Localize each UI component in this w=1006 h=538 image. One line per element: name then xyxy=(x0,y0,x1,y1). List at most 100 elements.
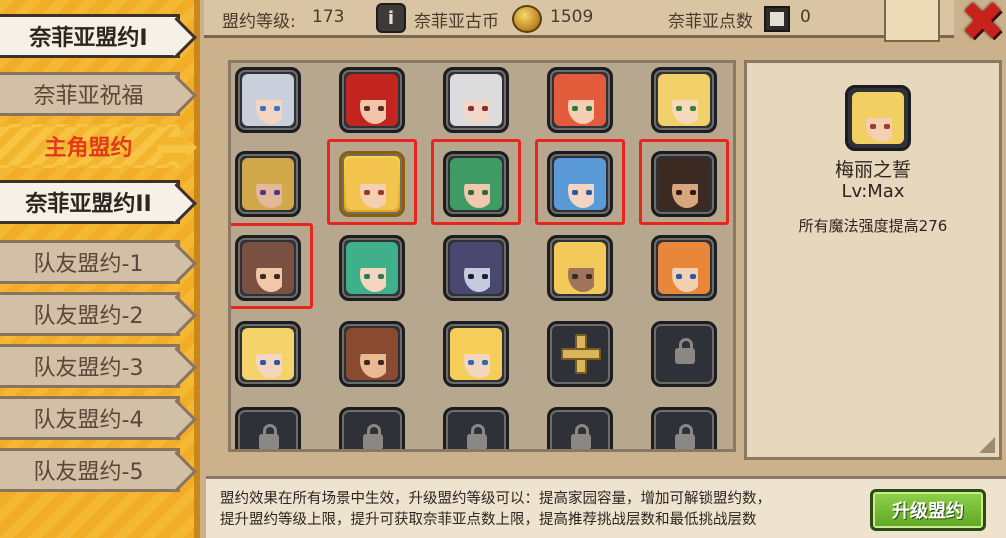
lock-icon xyxy=(675,424,695,449)
detail-portrait xyxy=(845,85,911,151)
hero-eye xyxy=(884,124,890,129)
hero-slot[interactable] xyxy=(339,235,405,301)
lock-icon xyxy=(571,424,591,449)
sidebar-tab[interactable]: 队友盟约-1 xyxy=(0,240,180,284)
hero-eye xyxy=(586,106,592,111)
hero-slot[interactable] xyxy=(235,151,301,217)
hero-eye xyxy=(572,274,578,279)
hero-portrait xyxy=(554,242,606,294)
pact-description-line2: 提升盟约等级上限，提升可获取奈菲亚点数上限，提高推荐挑战层数和最低挑战层数 xyxy=(220,512,757,528)
hero-eye xyxy=(364,360,370,365)
highlight-box xyxy=(639,139,729,225)
hero-eye xyxy=(468,274,474,279)
hero-hair-right xyxy=(698,86,708,126)
lock-icon xyxy=(259,424,279,449)
hero-portrait xyxy=(658,74,710,126)
corner-ribbon xyxy=(884,0,940,42)
hero-slot[interactable] xyxy=(235,67,301,133)
pact-level-value: 173 xyxy=(312,7,345,27)
pact-description: 盟约效果在所有场景中生效，升级盟约等级可以：提高家园容量，增加可解锁盟约数， 提… xyxy=(220,489,856,531)
sidebar-tab[interactable]: 队友盟约-4 xyxy=(0,396,180,440)
points-icon xyxy=(764,6,790,32)
hero-hair-left xyxy=(452,340,462,380)
hero-eye xyxy=(870,124,876,129)
hero-portrait xyxy=(450,242,502,294)
hero-hair-left xyxy=(452,86,462,126)
hero-eye xyxy=(274,360,280,365)
hero-slot[interactable] xyxy=(339,67,405,133)
hero-eye xyxy=(690,106,696,111)
hero-portrait xyxy=(242,328,294,380)
detail-name: 梅丽之誓 xyxy=(834,159,911,181)
hero-slot[interactable] xyxy=(443,321,509,387)
hero-eye xyxy=(260,360,266,365)
hero-slot[interactable] xyxy=(651,67,717,133)
coin-icon xyxy=(512,5,542,33)
detail-description: 所有魔法强度提高276 xyxy=(798,217,948,235)
hero-slot[interactable] xyxy=(339,321,405,387)
locked-slot[interactable] xyxy=(651,321,717,387)
hero-eye xyxy=(378,360,384,365)
hero-hair-right xyxy=(490,254,500,294)
hero-slot[interactable] xyxy=(547,67,613,133)
lock-icon xyxy=(363,424,383,449)
upgrade-pact-button[interactable]: 升级盟约 xyxy=(870,489,986,531)
locked-slot[interactable] xyxy=(443,407,509,449)
hero-hair-right xyxy=(490,340,500,380)
sidebar-tab[interactable]: 奈菲亚盟约I xyxy=(0,14,180,58)
pact-screen: 奈菲亚盟约I 奈菲亚祝福主角盟约奈菲亚盟约II 队友盟约-1 队友盟约-2 队友盟约-3… xyxy=(0,0,1006,538)
locked-slot[interactable] xyxy=(235,407,301,449)
hero-hair-left xyxy=(244,170,254,210)
sidebar-tab[interactable]: 队友盟约-3 xyxy=(0,344,180,388)
hero-hair-right xyxy=(594,254,604,294)
highlight-box xyxy=(535,139,625,225)
lock-icon xyxy=(675,338,695,364)
hero-hair-left xyxy=(854,104,864,144)
hero-portrait xyxy=(450,74,502,126)
hero-hair-left xyxy=(660,254,670,294)
points-value: 0 xyxy=(800,7,811,27)
hero-hair-right xyxy=(490,86,500,126)
hero-slot[interactable] xyxy=(443,235,509,301)
hero-hair-left xyxy=(348,340,358,380)
hero-slot[interactable] xyxy=(443,67,509,133)
pact-level-label: 盟约等级: xyxy=(222,12,296,32)
locked-slot[interactable] xyxy=(651,407,717,449)
close-button[interactable]: ✖ xyxy=(960,0,1005,49)
plus-icon xyxy=(561,348,601,360)
info-icon[interactable]: i xyxy=(376,3,406,33)
sidebar-tab[interactable]: 主角盟约 xyxy=(0,124,180,168)
hero-hair-left xyxy=(244,340,254,380)
sidebar-tab[interactable]: 队友盟约-5 xyxy=(0,448,180,492)
hero-hair-left xyxy=(660,86,670,126)
add-slot[interactable] xyxy=(547,321,613,387)
hero-eye xyxy=(260,106,266,111)
coin-value: 1509 xyxy=(550,7,594,27)
hero-portrait xyxy=(346,242,398,294)
hero-slot[interactable] xyxy=(547,235,613,301)
highlight-box xyxy=(327,139,417,225)
sidebar: 奈菲亚盟约I 奈菲亚祝福主角盟约奈菲亚盟约II 队友盟约-1 队友盟约-2 队友盟约-3… xyxy=(0,0,200,538)
highlight-box xyxy=(231,223,313,309)
hero-slot[interactable] xyxy=(235,321,301,387)
hero-eye xyxy=(572,106,578,111)
hero-eye xyxy=(274,106,280,111)
hero-eye xyxy=(482,360,488,365)
hero-hair-right xyxy=(892,104,902,144)
lock-icon xyxy=(467,424,487,449)
locked-slot[interactable] xyxy=(547,407,613,449)
highlight-box xyxy=(431,139,521,225)
sidebar-tab[interactable]: 奈菲亚盟约II xyxy=(0,180,180,224)
pact-description-line1: 盟约效果在所有场景中生效，升级盟约等级可以：提高家园容量，增加可解锁盟约数， xyxy=(220,491,771,507)
locked-slot[interactable] xyxy=(339,407,405,449)
sidebar-tab[interactable]: 奈菲亚祝福 xyxy=(0,72,180,116)
hero-slot[interactable] xyxy=(651,235,717,301)
hero-eye xyxy=(676,106,682,111)
hero-hair-right xyxy=(282,340,292,380)
hero-eye xyxy=(260,190,266,195)
sidebar-tab[interactable]: 队友盟约-2 xyxy=(0,292,180,336)
hero-eye xyxy=(468,106,474,111)
corner-fold-icon xyxy=(979,437,995,453)
hero-eye xyxy=(468,360,474,365)
hero-eye xyxy=(364,274,370,279)
